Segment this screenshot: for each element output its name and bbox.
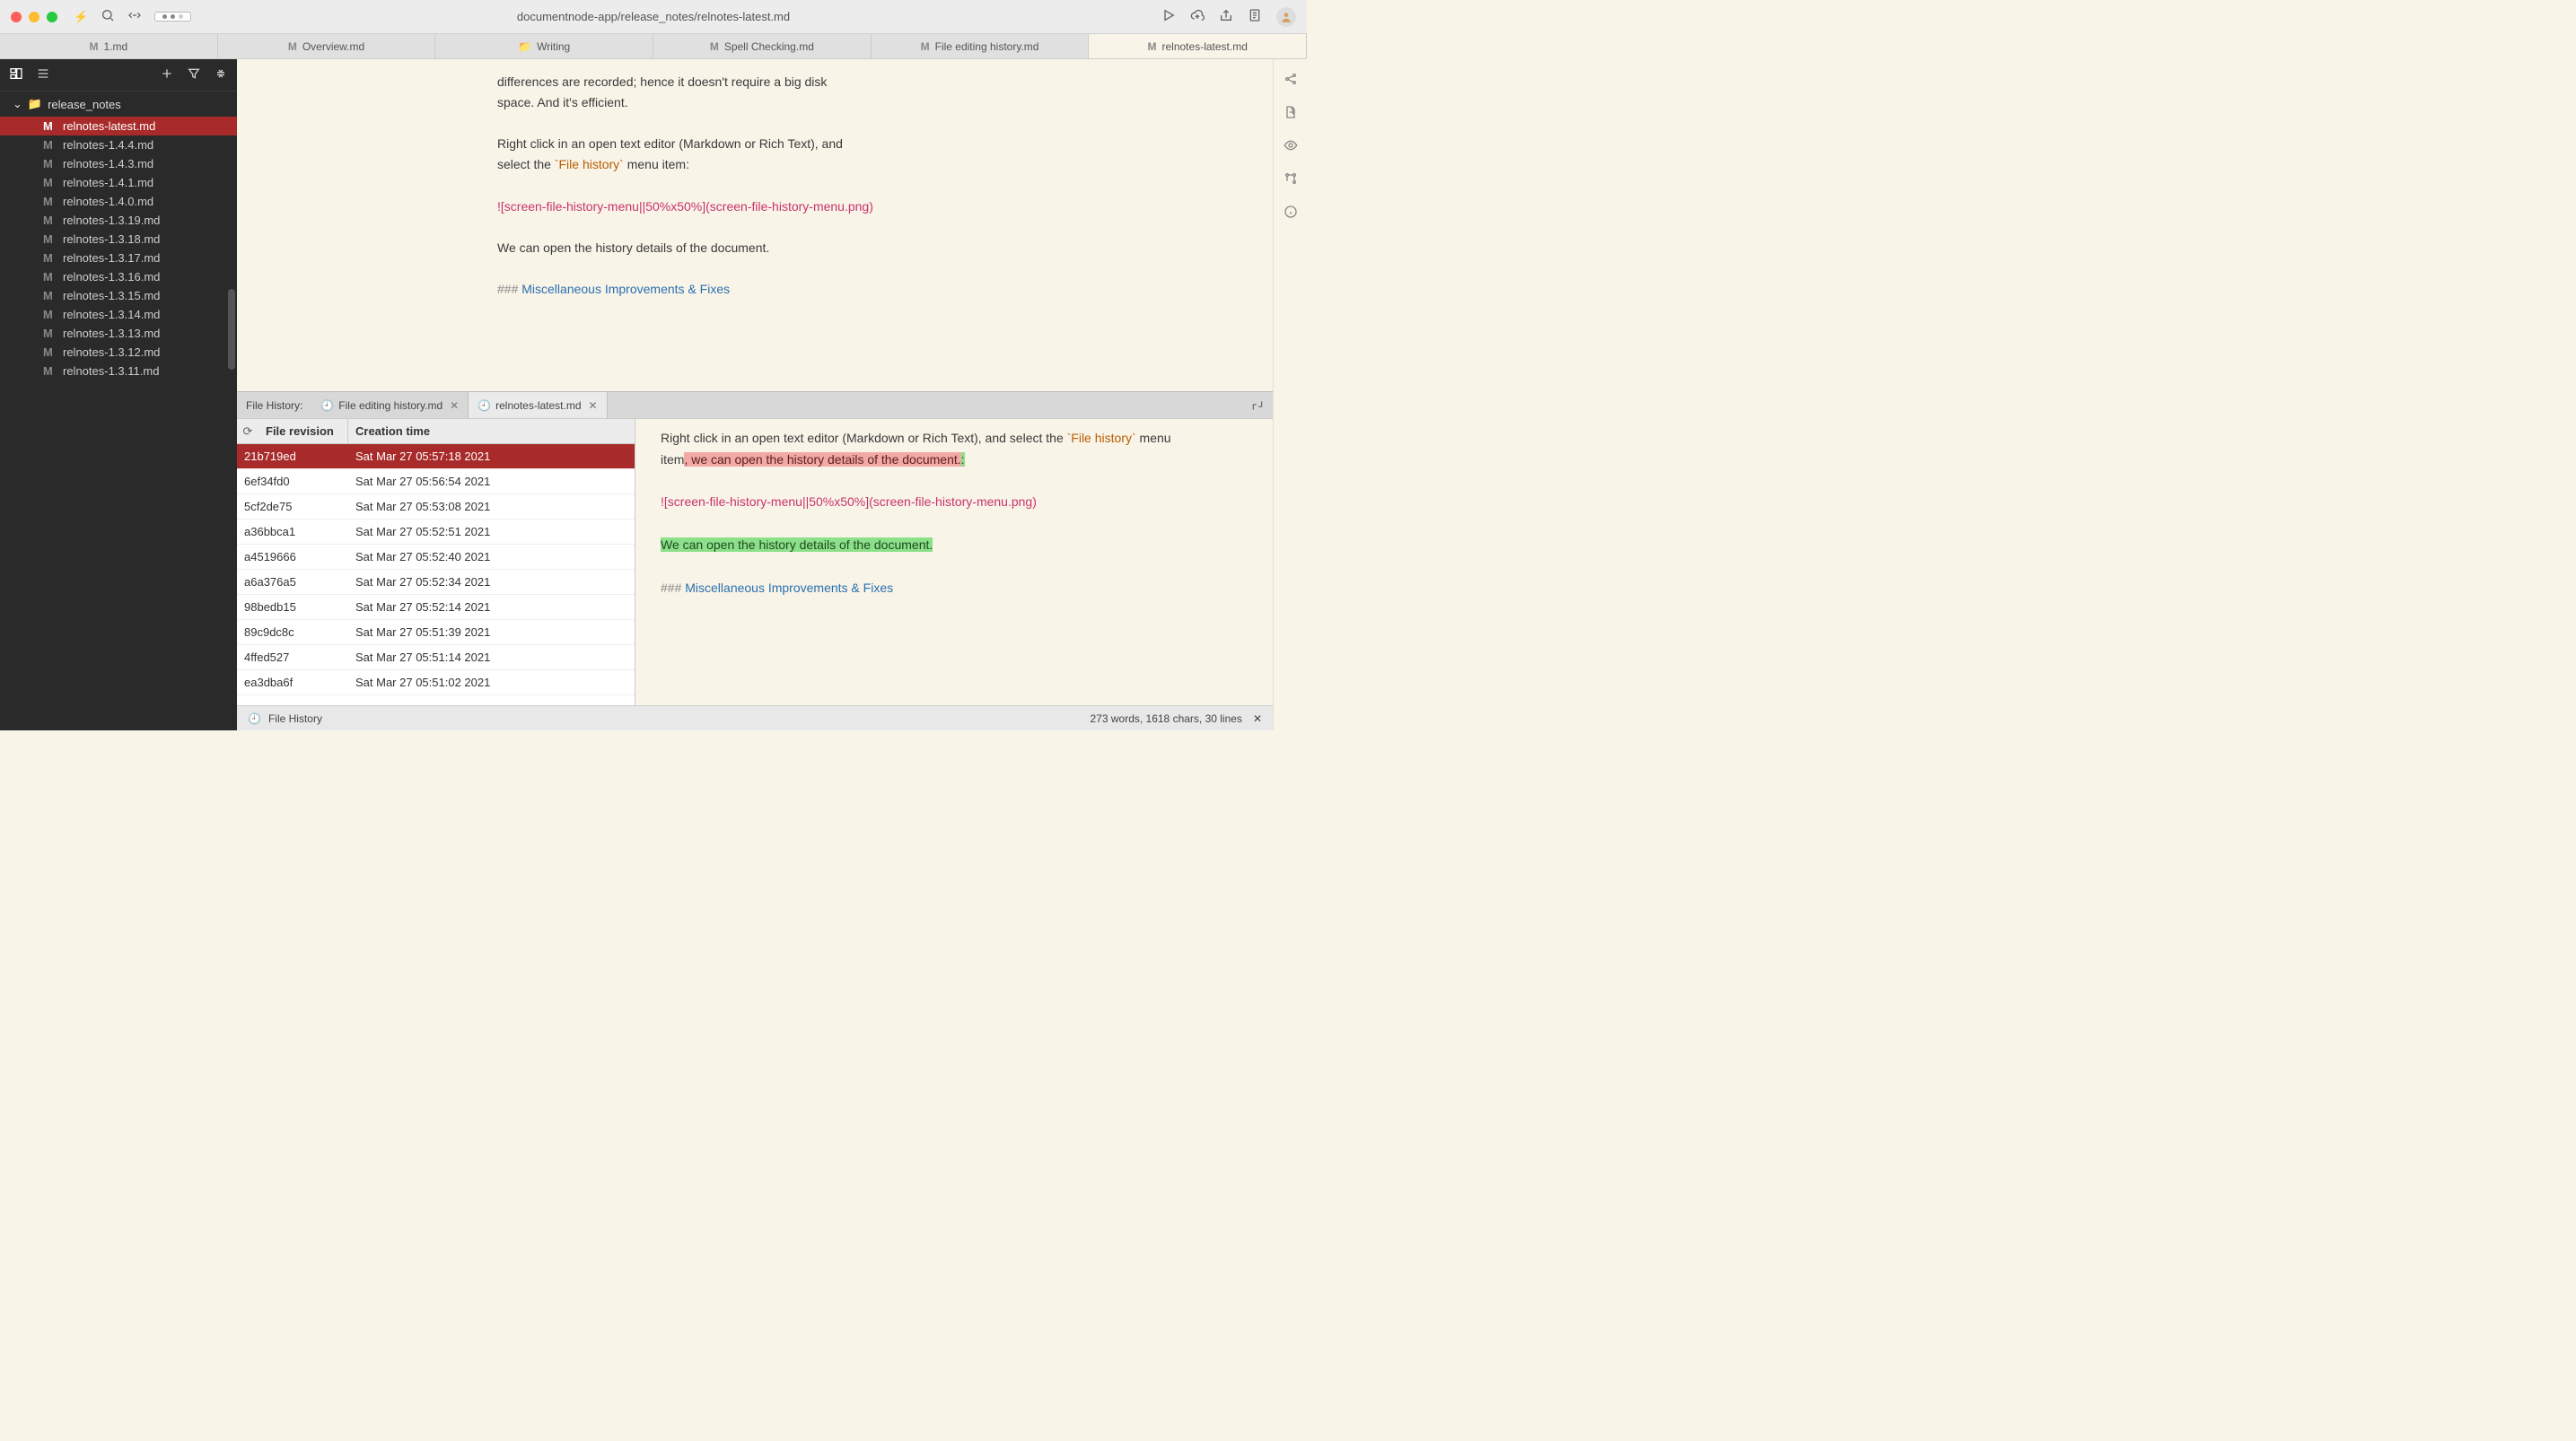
panel-tab-relnotes-latest[interactable]: 🕘 relnotes-latest.md ✕: [469, 392, 607, 418]
add-icon[interactable]: [160, 66, 174, 83]
tree-item[interactable]: Mrelnotes-latest.md: [0, 117, 237, 135]
revision-row[interactable]: a6a376a5Sat Mar 27 05:52:34 2021: [237, 570, 635, 595]
bolt-icon[interactable]: ⚡: [74, 10, 88, 24]
tree-item[interactable]: Mrelnotes-1.3.17.md: [0, 249, 237, 267]
folder-icon: 📁: [28, 97, 42, 111]
titlebar: ⚡ documentnode-app/release_notes/relnote…: [0, 0, 1307, 34]
play-icon[interactable]: [1161, 8, 1176, 25]
link-icon[interactable]: [127, 8, 142, 25]
revision-row[interactable]: 6ef34fd0Sat Mar 27 05:56:54 2021: [237, 469, 635, 494]
diff-viewer[interactable]: Right click in an open text editor (Mark…: [635, 419, 1273, 705]
close-icon[interactable]: ✕: [450, 399, 459, 412]
export-page-icon[interactable]: [1284, 105, 1298, 122]
tab-overview[interactable]: MOverview.md: [218, 34, 436, 58]
folder-icon: 📁: [518, 40, 531, 53]
maximize-window[interactable]: [47, 12, 57, 22]
tree-item[interactable]: Mrelnotes-1.3.14.md: [0, 305, 237, 324]
tree-item[interactable]: Mrelnotes-1.3.19.md: [0, 211, 237, 230]
chevron-down-icon: ⌄: [13, 97, 22, 111]
status-stats: 273 words, 1618 chars, 30 lines: [1091, 712, 1242, 725]
revision-row[interactable]: 89c9dc8cSat Mar 27 05:51:39 2021: [237, 620, 635, 645]
tree-item[interactable]: Mrelnotes-1.3.16.md: [0, 267, 237, 286]
document-icon[interactable]: [1248, 8, 1262, 25]
tree-item[interactable]: Mrelnotes-1.3.13.md: [0, 324, 237, 343]
tree-item[interactable]: Mrelnotes-1.4.0.md: [0, 192, 237, 211]
status-file-history[interactable]: File History: [268, 712, 322, 725]
info-icon[interactable]: [1284, 205, 1298, 222]
tab-spell-checking[interactable]: MSpell Checking.md: [653, 34, 872, 58]
status-bar: 🕘 File History 273 words, 1618 chars, 30…: [237, 705, 1273, 730]
folder-release-notes[interactable]: ⌄ 📁 release_notes: [0, 92, 237, 117]
revision-row[interactable]: 5cf2de75Sat Mar 27 05:53:08 2021: [237, 494, 635, 520]
tree-item[interactable]: Mrelnotes-1.3.11.md: [0, 362, 237, 380]
close-icon[interactable]: ✕: [589, 399, 598, 412]
close-panel-icon[interactable]: ✕: [1253, 712, 1262, 725]
revision-row[interactable]: 4ffed527Sat Mar 27 05:51:14 2021: [237, 645, 635, 670]
document-path: documentnode-app/release_notes/relnotes-…: [517, 10, 790, 23]
collapse-icon[interactable]: [214, 66, 228, 83]
list-view-icon[interactable]: [36, 66, 50, 83]
diff-deleted-text: , we can open the history details of the…: [684, 452, 960, 467]
revision-row[interactable]: ea3dba6fSat Mar 27 05:51:02 2021: [237, 670, 635, 695]
tab-writing-folder[interactable]: 📁Writing: [435, 34, 653, 58]
search-icon[interactable]: [101, 8, 115, 25]
revision-row[interactable]: a4519666Sat Mar 27 05:52:40 2021: [237, 545, 635, 570]
tab-relnotes-latest[interactable]: Mrelnotes-latest.md: [1089, 34, 1307, 58]
tab-bar: M1.md MOverview.md 📁Writing MSpell Check…: [0, 34, 1307, 59]
file-sidebar: ⌄ 📁 release_notes Mrelnotes-latest.mdMre…: [0, 59, 237, 730]
tree-item[interactable]: Mrelnotes-1.4.3.md: [0, 154, 237, 173]
tab-file-editing-history[interactable]: MFile editing history.md: [872, 34, 1090, 58]
window-controls: [11, 12, 57, 22]
tree-item[interactable]: Mrelnotes-1.3.12.md: [0, 343, 237, 362]
bottom-panel: ⟳ File revision Creation time 21b719edSa…: [237, 418, 1273, 705]
clock-icon: 🕘: [248, 712, 261, 725]
revision-row[interactable]: 98bedb15Sat Mar 27 05:52:14 2021: [237, 595, 635, 620]
col-file-revision[interactable]: File revision: [258, 419, 348, 443]
clock-icon: 🕘: [478, 399, 491, 412]
close-window[interactable]: [11, 12, 22, 22]
tab-1md[interactable]: M1.md: [0, 34, 218, 58]
clock-icon: 🕘: [320, 399, 334, 412]
revision-table: ⟳ File revision Creation time 21b719edSa…: [237, 419, 635, 705]
cloud-upload-icon[interactable]: [1190, 8, 1205, 25]
panel-expand-icon[interactable]: [1242, 399, 1273, 412]
connect-icon[interactable]: [1284, 171, 1298, 188]
dots-indicator[interactable]: [154, 12, 191, 22]
tree-item[interactable]: Mrelnotes-1.3.15.md: [0, 286, 237, 305]
tree-item[interactable]: Mrelnotes-1.3.18.md: [0, 230, 237, 249]
share-nodes-icon[interactable]: [1284, 72, 1298, 89]
panel-label: File History:: [237, 399, 311, 412]
panel-tab-file-editing-history[interactable]: 🕘 File editing history.md ✕: [311, 392, 469, 418]
explorer-view-icon[interactable]: [9, 66, 23, 83]
main-editor[interactable]: differences are recorded; hence it doesn…: [237, 59, 1273, 391]
col-creation-time[interactable]: Creation time: [348, 419, 437, 443]
tree-item[interactable]: Mrelnotes-1.4.1.md: [0, 173, 237, 192]
refresh-icon[interactable]: ⟳: [237, 419, 258, 443]
share-icon[interactable]: [1219, 8, 1233, 25]
bottom-panel-tabs: File History: 🕘 File editing history.md …: [237, 391, 1273, 418]
revision-row[interactable]: a36bbca1Sat Mar 27 05:52:51 2021: [237, 520, 635, 545]
sidebar-scrollbar[interactable]: [228, 289, 235, 370]
revision-row[interactable]: 21b719edSat Mar 27 05:57:18 2021: [237, 444, 635, 469]
diff-added-text: We can open the history details of the d…: [661, 537, 933, 552]
right-rail: [1273, 59, 1307, 730]
tree-item[interactable]: Mrelnotes-1.4.4.md: [0, 135, 237, 154]
filter-icon[interactable]: [187, 66, 201, 83]
user-avatar[interactable]: [1276, 7, 1296, 27]
visibility-icon[interactable]: [1284, 138, 1298, 155]
minimize-window[interactable]: [29, 12, 39, 22]
